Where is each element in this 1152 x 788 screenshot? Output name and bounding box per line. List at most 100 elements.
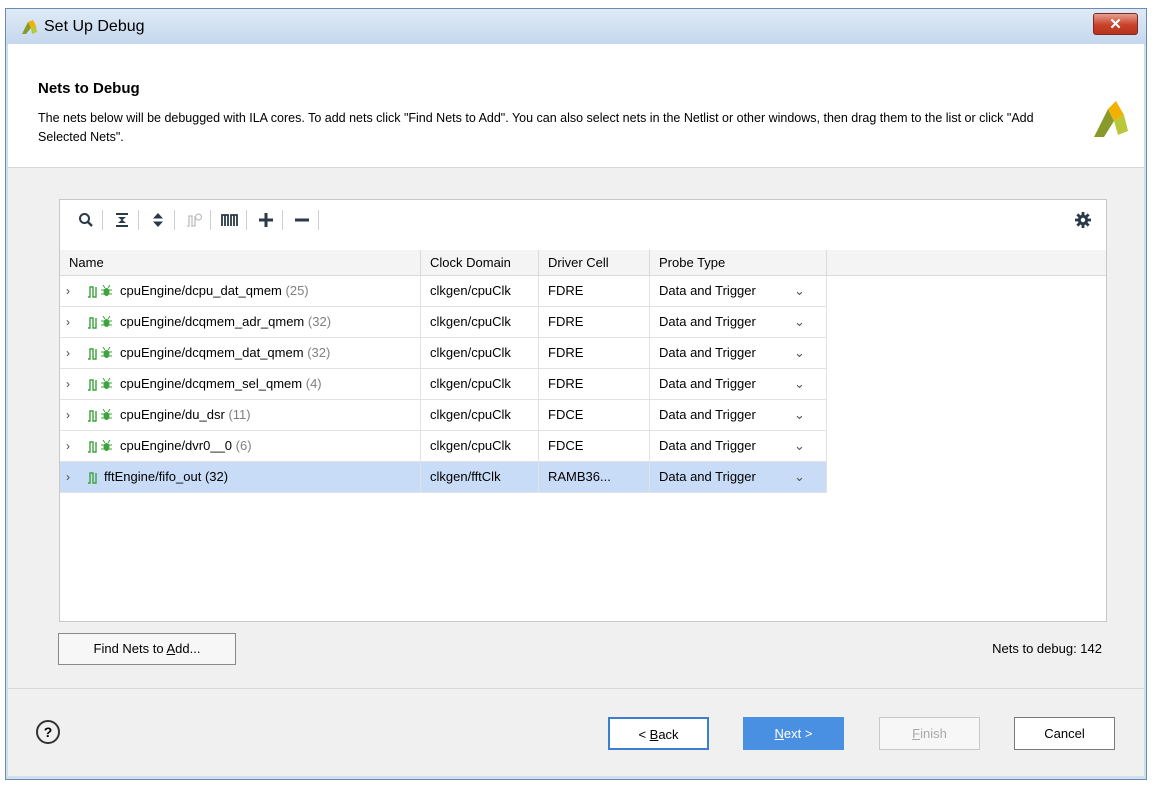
- expand-chevron-icon[interactable]: ›: [66, 276, 70, 306]
- expand-chevron-icon[interactable]: ›: [66, 369, 70, 399]
- table-row[interactable]: › cpuEngine/dcqmem_sel_qmem (4) clkgen/cpu…: [60, 369, 827, 400]
- expand-chevron-icon[interactable]: ›: [66, 307, 70, 337]
- chevron-down-icon: ⌄: [794, 283, 805, 298]
- clock-domain-cell: clkgen/cpuClk: [421, 338, 539, 368]
- probe-type-value: Data and Trigger: [659, 469, 756, 484]
- column-header-driver-cell[interactable]: Driver Cell: [539, 250, 650, 275]
- toolbar-separator: [282, 210, 283, 230]
- probe-type-dropdown[interactable]: Data and Trigger ⌄: [650, 400, 827, 430]
- search-icon: [79, 213, 93, 227]
- finish-button[interactable]: Finish: [879, 717, 980, 750]
- debug-bug-icon: [101, 440, 112, 451]
- table-row[interactable]: › cpuEngine/dcpu_dat_qmem (25) clkgen/cpuC…: [60, 276, 827, 307]
- driver-cell: FDRE: [539, 369, 650, 399]
- table-header: Name Clock Domain Driver Cell Probe Type: [60, 250, 1106, 276]
- next-button[interactable]: Next >: [743, 717, 844, 750]
- clock-domain-cell: clkgen/cpuClk: [421, 431, 539, 461]
- expand-all-icon: [153, 213, 163, 227]
- toolbar-separator: [102, 210, 103, 230]
- clock-domain-cell: clkgen/cpuClk: [421, 307, 539, 337]
- find-nets-label-suffix: dd...: [175, 641, 201, 656]
- expand-chevron-icon[interactable]: ›: [66, 431, 70, 461]
- help-button[interactable]: ?: [36, 720, 60, 744]
- back-button[interactable]: < Back: [608, 717, 709, 750]
- name-cell: › cpuEngine/du_dsr (11): [60, 400, 421, 430]
- cancel-button[interactable]: Cancel: [1014, 717, 1115, 750]
- next-mnemonic: N: [774, 726, 784, 741]
- add-net-button[interactable]: [256, 210, 276, 230]
- net-bit-count: (32): [307, 345, 331, 360]
- expand-chevron-icon[interactable]: ›: [66, 338, 70, 368]
- table-row[interactable]: › fftEngine/fifo_out (32) clkgen/fftClk RAM…: [60, 462, 827, 493]
- content-area: Name Clock Domain Driver Cell Probe Type…: [8, 168, 1144, 688]
- debug-bug-icon: [101, 378, 112, 389]
- nets-table-panel: Name Clock Domain Driver Cell Probe Type…: [59, 199, 1107, 622]
- net-name: cpuEngine/dcpu_dat_qmem: [120, 283, 282, 298]
- driver-cell: FDRE: [539, 307, 650, 337]
- driver-cell: FDRE: [539, 338, 650, 368]
- footer: ? < Back Next > Finish Cancel: [8, 688, 1144, 776]
- net-name: fftEngine/fifo_out: [104, 469, 202, 484]
- toolbar-separator: [246, 210, 247, 230]
- clock-domain-cell: clkgen/cpuClk: [421, 400, 539, 430]
- probe-type-dropdown[interactable]: Data and Trigger ⌄: [650, 431, 827, 461]
- name-cell: › cpuEngine/dcqmem_dat_qmem (32): [60, 338, 421, 368]
- close-button[interactable]: ✕: [1093, 13, 1138, 35]
- net-bit-count: (6): [235, 438, 252, 453]
- expand-chevron-icon[interactable]: ›: [66, 462, 70, 492]
- name-cell: › fftEngine/fifo_out (32): [60, 462, 421, 492]
- collapse-all-button[interactable]: [112, 210, 132, 230]
- title-bar: Set Up Debug ✕: [6, 9, 1146, 45]
- chevron-down-icon: ⌄: [794, 438, 805, 453]
- expand-all-button[interactable]: [148, 210, 168, 230]
- expand-chevron-icon[interactable]: ›: [66, 400, 70, 430]
- remove-icon: [295, 218, 309, 222]
- net-bit-count: (32): [204, 469, 229, 484]
- clock-domain-cell: clkgen/fftClk: [421, 462, 539, 492]
- table-row[interactable]: › cpuEngine/dcqmem_dat_qmem (32) clkgen/cp…: [60, 338, 827, 369]
- clock-icon: [187, 213, 202, 227]
- column-header-clock-domain[interactable]: Clock Domain: [421, 250, 539, 275]
- table-row[interactable]: › cpuEngine/du_dsr (11) clkgen/cpuClk FDCE D…: [60, 400, 827, 431]
- debug-bug-icon: [101, 285, 112, 296]
- clock-domain-cell: clkgen/cpuClk: [421, 276, 539, 306]
- net-icon: [88, 379, 97, 391]
- probe-type-dropdown[interactable]: Data and Trigger ⌄: [650, 338, 827, 368]
- column-header-name[interactable]: Name: [60, 250, 421, 275]
- column-header-probe-type[interactable]: Probe Type: [650, 250, 827, 275]
- driver-cell: FDCE: [539, 431, 650, 461]
- remove-net-button[interactable]: [292, 210, 312, 230]
- background: [0, 0, 1152, 8]
- clock-domain-button[interactable]: [184, 210, 204, 230]
- find-nets-button[interactable]: Find Nets to Add...: [58, 633, 236, 665]
- name-cell: › cpuEngine/dcqmem_sel_qmem (4): [60, 369, 421, 399]
- net-name: cpuEngine/dcqmem_dat_qmem: [120, 345, 304, 360]
- probe-type-dropdown[interactable]: Data and Trigger ⌄: [650, 276, 827, 306]
- table-row[interactable]: › cpuEngine/dvr0__0 (6) clkgen/cpuClk FDCE D…: [60, 431, 827, 462]
- driver-cell: FDRE: [539, 276, 650, 306]
- probe-type-value: Data and Trigger: [659, 376, 756, 391]
- probe-type-dropdown[interactable]: Data and Trigger ⌄: [650, 307, 827, 337]
- chevron-down-icon: ⌄: [794, 469, 805, 484]
- settings-icon[interactable]: [1074, 211, 1092, 229]
- toolbar-separator: [138, 210, 139, 230]
- net-icon: [88, 410, 97, 422]
- bus-button[interactable]: [220, 210, 240, 230]
- net-icon: [88, 441, 97, 453]
- search-button[interactable]: [76, 210, 96, 230]
- page-description: The nets below will be debugged with ILA…: [38, 111, 1034, 144]
- finish-label-suffix: inish: [920, 726, 947, 741]
- driver-cell: FDCE: [539, 400, 650, 430]
- table-row[interactable]: › cpuEngine/dcqmem_adr_qmem (32) clkgen/cp…: [60, 307, 827, 338]
- chevron-down-icon: ⌄: [794, 407, 805, 422]
- finish-mnemonic: F: [912, 726, 921, 741]
- net-name: cpuEngine/dvr0__0: [120, 438, 233, 453]
- probe-type-dropdown[interactable]: Data and Trigger ⌄: [650, 369, 827, 399]
- probe-type-dropdown[interactable]: Data and Trigger ⌄: [650, 462, 827, 492]
- toolbar-separator: [210, 210, 211, 230]
- net-icon: [88, 472, 97, 484]
- page-title: Nets to Debug: [38, 80, 140, 97]
- net-bit-count: (25): [285, 283, 309, 298]
- name-cell: › cpuEngine/dcpu_dat_qmem (25): [60, 276, 421, 306]
- chevron-down-icon: ⌄: [794, 376, 805, 391]
